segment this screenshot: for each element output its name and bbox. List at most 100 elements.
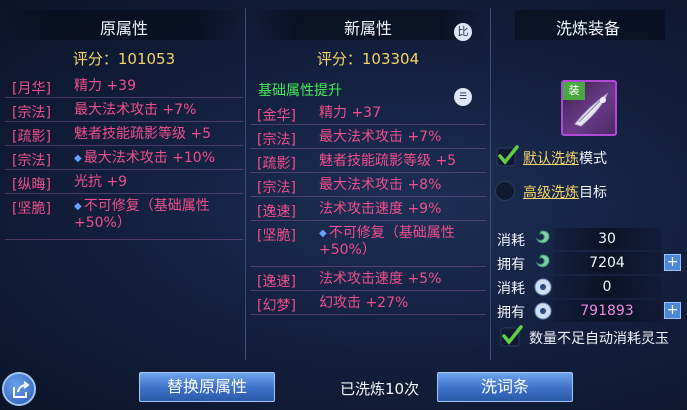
jade-coin-icon [534,302,552,320]
owned-row-spirit: 拥有 7204 + [493,252,683,274]
diamond-icon: ◆ [74,153,82,164]
attribute-value: 法术攻击速度 +9% [319,201,484,218]
attribute-value: 光抗 +9 [74,174,239,191]
attribute-row: [逸速] 法术攻击速度 +5% [250,267,486,291]
section-title: 基础属性提升 [258,83,342,99]
attribute-text: 法术攻击速度 +9% [319,201,442,217]
attribute-row: [宗法] 最大法术攻击 +7% [5,98,243,122]
spirit-stone-icon [536,254,550,268]
replace-attributes-button[interactable]: 替换原属性 [139,372,275,402]
new-score: 评分：103304 [316,50,420,68]
attribute-tag: [月华] [12,81,51,97]
attribute-text: 魅者技能疏影等级 +5 [319,153,457,169]
original-attributes-panel: 原属性 评分：101053 [月华] 精力 +39 [宗法] 最大法术攻击 +7% [疏… [5,8,243,360]
attribute-value: 最大法术攻击 +8% [319,177,484,194]
attribute-text: 光抗 +9 [74,174,128,190]
attribute-text: 精力 +39 [74,78,136,94]
owned-label: 拥有 [497,305,525,321]
attribute-text: 最大法术攻击 +10% [83,150,216,166]
default-refine-link[interactable]: 默认洗炼 [523,151,579,167]
add-spirit-button[interactable]: + [664,254,681,271]
share-icon [13,381,29,398]
advanced-refine-link[interactable]: 高级洗炼 [523,185,579,201]
cost-row-spirit: 消耗 30 [493,228,683,250]
attribute-row: [坚脆] ◆ 不可修复（基础属性+50%） [5,194,243,240]
advanced-refine-option[interactable]: 高级洗炼目标 [495,181,607,202]
attribute-tag: [纵晦] [12,177,51,193]
attribute-tag: [逸速] [257,274,296,290]
attribute-row: [纵晦] 光抗 +9 [5,170,243,194]
attribute-text: 法术攻击速度 +5% [319,271,442,287]
owned-label: 拥有 [497,257,525,273]
attribute-row: [宗法] 最大法术攻击 +8% [250,173,486,197]
attribute-row: [幻梦] 幻攻击 +27% [250,291,486,315]
attribute-row: [宗法] ◆ 最大法术攻击 +10% [5,146,243,170]
equipment-icon [574,92,609,127]
attribute-row: [坚脆] ◆ 不可修复（基础属性+50%） [250,221,486,267]
divider [245,8,246,360]
owned-value: 791893 [553,300,661,322]
radio-unchecked-icon[interactable] [495,181,515,201]
cost-label: 消耗 [497,233,525,249]
new-header-bar: 新属性 [250,10,486,40]
attribute-row: [疏影] 魅者技能疏影等级 +5 [5,122,243,146]
attribute-value: 最大法术攻击 +7% [74,102,239,119]
attribute-tag: [坚脆] [257,228,296,244]
share-button[interactable] [2,372,36,406]
attribute-text: 最大法术攻击 +7% [319,129,442,145]
add-jade-button[interactable]: + [664,302,681,319]
equipment-slot[interactable]: 装 [561,80,617,136]
advanced-refine-suffix: 目标 [579,185,607,201]
attribute-text: 最大法术攻击 +7% [74,102,197,118]
attribute-value: 精力 +37 [319,105,484,122]
attribute-value: 最大法术攻击 +7% [319,129,484,146]
attribute-value: ◆ 不可修复（基础属性+50%） [319,225,484,259]
attribute-tag: [疏影] [12,129,51,145]
attribute-row: [疏影] 魅者技能疏影等级 +5 [250,149,486,173]
divider [490,8,491,360]
original-title: 原属性 [99,19,148,38]
attribute-tag: [宗法] [257,132,296,148]
attribute-tag: [宗法] [12,153,51,169]
attribute-row: [月华] 精力 +39 [5,74,243,98]
attribute-value: 精力 +39 [74,78,239,95]
attribute-tag: [幻梦] [257,298,296,314]
attribute-text: 不可修复（基础属性+50%） [319,225,455,258]
attribute-text: 不可修复（基础属性+50%） [74,198,210,231]
jade-coin-icon [534,278,552,296]
cost-label: 消耗 [497,281,525,297]
attribute-value: 幻攻击 +27% [319,295,484,312]
original-header-bar: 原属性 [5,10,243,40]
bottom-bar: 替换原属性 已洗炼10次 洗词条 [0,362,687,410]
default-refine-suffix: 模式 [579,151,607,167]
attribute-text: 精力 +37 [319,105,381,121]
attribute-value: 魅者技能疏影等级 +5 [319,153,484,170]
owned-value: 7204 [553,252,661,274]
refine-panel: 洗炼装备 装 默认洗炼模式 高级洗炼目标 消耗 30 拥有 7204 + 消耗 … [493,8,683,360]
wash-count-text: 已洗炼10次 [340,380,420,398]
attribute-tag: [逸速] [257,204,296,220]
new-title: 新属性 [343,19,392,38]
wash-entries-button[interactable]: 洗词条 [437,372,573,402]
attribute-row: [逸速] 法术攻击速度 +9% [250,197,486,221]
checkbox-checked-icon[interactable] [495,144,519,168]
attribute-text: 最大法术攻击 +8% [319,177,442,193]
attribute-value: ◆ 最大法术攻击 +10% [74,150,239,167]
attribute-row: [金华] 精力 +37 [250,101,486,125]
default-refine-option[interactable]: 默认洗炼模式 [496,145,607,168]
attribute-tag: [宗法] [257,180,296,196]
new-attribute-list: [金华] 精力 +37 [宗法] 最大法术攻击 +7% [疏影] 魅者技能疏影等级 +5[… [250,101,486,315]
diamond-icon: ◆ [74,201,82,212]
cost-value: 0 [553,276,661,298]
attribute-text: 幻攻击 +27% [319,295,409,311]
original-score: 评分：101053 [72,50,176,68]
attribute-value: 魅者技能疏影等级 +5 [74,126,239,143]
attribute-row: [宗法] 最大法术攻击 +7% [250,125,486,149]
original-attribute-list: [月华] 精力 +39 [宗法] 最大法术攻击 +7% [疏影] 魅者技能疏影等级 +5[… [5,74,243,240]
checkbox-checked-icon[interactable] [499,324,523,348]
attribute-tag: [金华] [257,108,296,124]
cost-value: 30 [553,228,661,250]
attribute-value: 法术攻击速度 +5% [319,271,484,288]
compare-icon[interactable]: 比 [454,23,472,41]
attribute-value: ◆ 不可修复（基础属性+50%） [74,198,239,232]
